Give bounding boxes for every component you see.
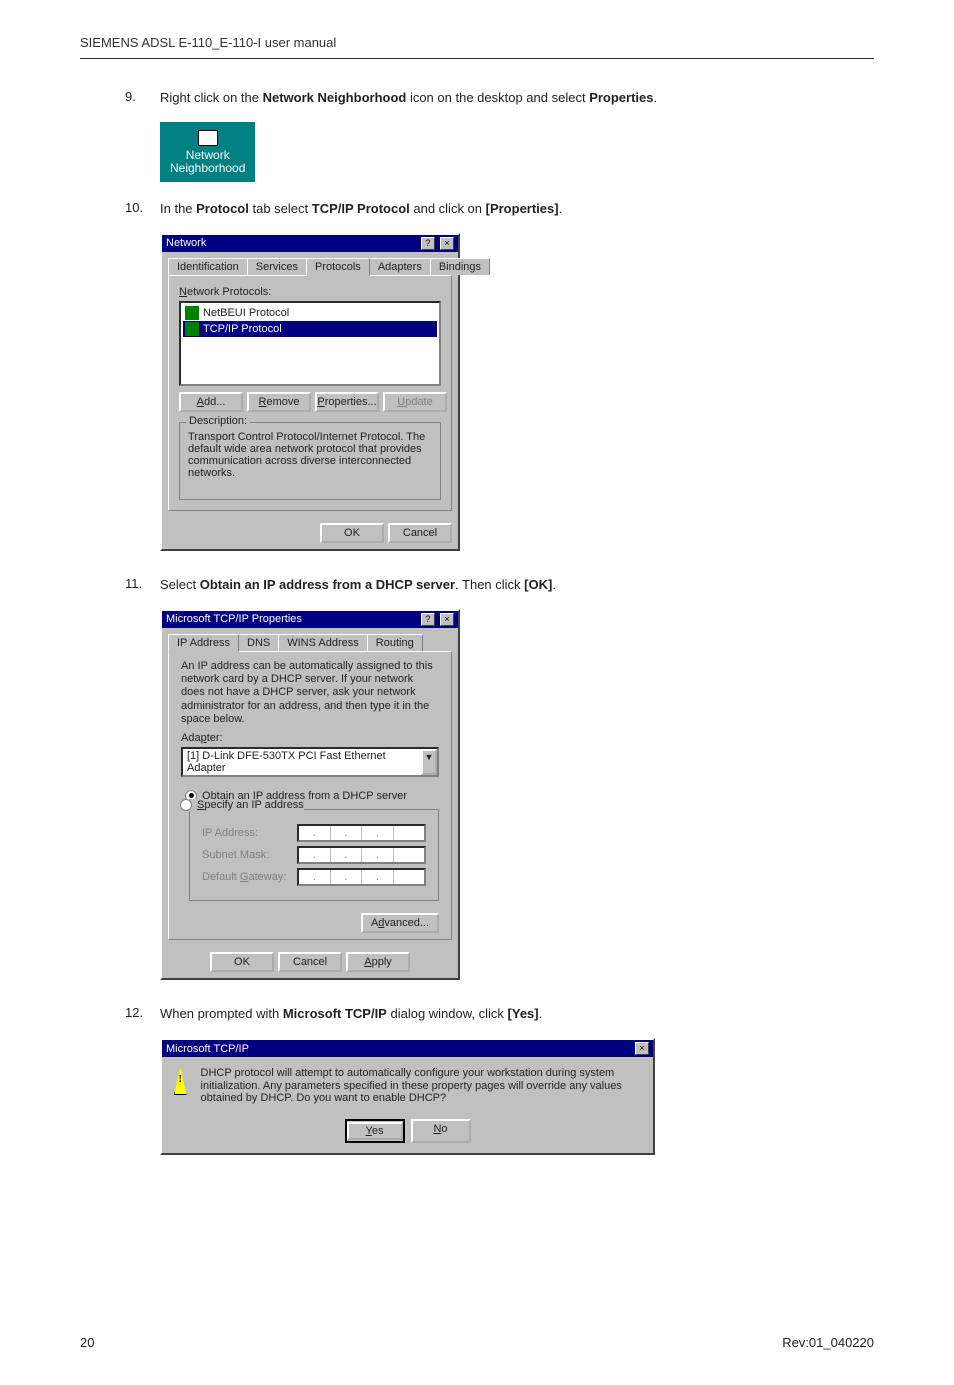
tab-ipaddress[interactable]: IP Address — [168, 634, 239, 652]
step-9: 9. Right click on the Network Neighborho… — [125, 89, 874, 107]
revision: Rev:01_040220 — [782, 1335, 874, 1350]
adapter-label: Adapter: — [181, 732, 439, 744]
subnet-mask-label: Subnet Mask: — [202, 849, 297, 861]
step-12-text: When prompted with Microsoft TCP/IP dial… — [160, 1005, 542, 1023]
advanced-button[interactable]: Advanced... — [361, 913, 439, 933]
ok-button[interactable]: OK — [210, 952, 274, 972]
tab-routing[interactable]: Routing — [367, 634, 423, 651]
msgbox-titlebar: Microsoft TCP/IP × — [162, 1040, 653, 1057]
chevron-down-icon[interactable]: ▼ — [421, 749, 437, 775]
default-gateway-label: Default Gateway: — [202, 871, 297, 883]
protocols-listbox[interactable]: NetBEUI Protocol TCP/IP Protocol — [179, 301, 441, 386]
tab-identification[interactable]: Identification — [168, 258, 248, 275]
adapter-dropdown[interactable]: [1] D-Link DFE-530TX PCI Fast Ethernet A… — [181, 747, 439, 777]
tab-bindings[interactable]: Bindings — [430, 258, 490, 275]
subnet-mask-input: ... — [297, 846, 426, 864]
tcpip-tabs: IP Address DNS WINS Address Routing — [162, 628, 458, 651]
page-number: 20 — [80, 1335, 94, 1350]
computer-icon — [198, 130, 218, 146]
tcpip-title: Microsoft TCP/IP Properties — [166, 613, 302, 625]
tcpip-note: An IP address can be automatically assig… — [169, 656, 451, 732]
list-item-tcpip[interactable]: TCP/IP Protocol — [183, 321, 437, 337]
radio-icon — [180, 799, 192, 811]
gateway-input: ... — [297, 868, 426, 886]
tab-adapters[interactable]: Adapters — [369, 258, 431, 275]
close-icon[interactable]: × — [440, 237, 454, 250]
step-12: 12. When prompted with Microsoft TCP/IP … — [125, 1005, 874, 1023]
step-10: 10. In the Protocol tab select TCP/IP Pr… — [125, 200, 874, 218]
close-icon[interactable]: × — [635, 1042, 649, 1055]
network-titlebar: Network ? × — [162, 235, 458, 252]
warning-icon — [174, 1067, 187, 1095]
msgbox-text: DHCP protocol will attempt to automatica… — [201, 1067, 641, 1105]
step-9-text: Right click on the Network Neighborhood … — [160, 89, 657, 107]
protocol-icon — [185, 306, 199, 320]
step-10-text: In the Protocol tab select TCP/IP Protoc… — [160, 200, 562, 218]
protocols-label: Network Protocols: — [179, 286, 441, 298]
network-tabs: Identification Services Protocols Adapte… — [162, 252, 458, 275]
yes-button[interactable]: Yes — [345, 1119, 405, 1143]
step-10-num: 10. — [125, 200, 160, 218]
remove-button[interactable]: Remove — [247, 392, 311, 412]
tcpip-dialog: Microsoft TCP/IP Properties ? × IP Addre… — [160, 609, 460, 980]
add-button[interactable]: Add... — [179, 392, 243, 412]
network-title: Network — [166, 237, 206, 249]
ok-button[interactable]: OK — [320, 523, 384, 543]
nn-label-2: Neighborhood — [170, 162, 245, 175]
cancel-button[interactable]: Cancel — [388, 523, 452, 543]
tab-services[interactable]: Services — [247, 258, 307, 275]
help-icon[interactable]: ? — [421, 237, 435, 250]
tcpip-titlebar: Microsoft TCP/IP Properties ? × — [162, 611, 458, 628]
ip-address-input: ... — [297, 824, 426, 842]
step-11: 11. Select Obtain an IP address from a D… — [125, 576, 874, 594]
step-9-num: 9. — [125, 89, 160, 107]
step-12-num: 12. — [125, 1005, 160, 1023]
tab-protocols[interactable]: Protocols — [306, 258, 370, 276]
ip-address-label: IP Address: — [202, 827, 297, 839]
list-item-netbeui[interactable]: NetBEUI Protocol — [183, 305, 437, 321]
tab-wins[interactable]: WINS Address — [278, 634, 368, 651]
msgbox-dialog: Microsoft TCP/IP × DHCP protocol will at… — [160, 1038, 655, 1155]
protocol-icon — [185, 322, 199, 336]
description-text: Transport Control Protocol/Internet Prot… — [188, 431, 432, 491]
network-neighborhood-icon: Network Neighborhood — [160, 122, 255, 181]
help-icon[interactable]: ? — [421, 613, 435, 626]
tab-dns[interactable]: DNS — [238, 634, 279, 651]
update-button: Update — [383, 392, 447, 412]
specify-ip-group: Specify an IP address IP Address:... Sub… — [189, 809, 439, 901]
description-fieldset: Description: Transport Control Protocol/… — [179, 422, 441, 500]
msgbox-title: Microsoft TCP/IP — [166, 1043, 249, 1055]
page-header: SIEMENS ADSL E-110_E-110-I user manual — [80, 35, 874, 59]
network-dialog: Network ? × Identification Services Prot… — [160, 233, 460, 551]
tcpip-pane: An IP address can be automatically assig… — [168, 651, 452, 940]
description-legend: Description: — [186, 415, 250, 427]
no-button[interactable]: No — [411, 1119, 471, 1143]
close-icon[interactable]: × — [440, 613, 454, 626]
network-pane: Network Protocols: NetBEUI Protocol TCP/… — [168, 275, 452, 511]
page-footer: 20 Rev:01_040220 — [80, 1335, 874, 1350]
step-11-text: Select Obtain an IP address from a DHCP … — [160, 576, 556, 594]
step-11-num: 11. — [125, 576, 160, 594]
adapter-value: [1] D-Link DFE-530TX PCI Fast Ethernet A… — [183, 749, 421, 775]
radio-specify-ip[interactable]: Specify an IP address — [180, 799, 304, 811]
apply-button[interactable]: Apply — [346, 952, 410, 972]
cancel-button[interactable]: Cancel — [278, 952, 342, 972]
properties-button[interactable]: Properties... — [315, 392, 379, 412]
